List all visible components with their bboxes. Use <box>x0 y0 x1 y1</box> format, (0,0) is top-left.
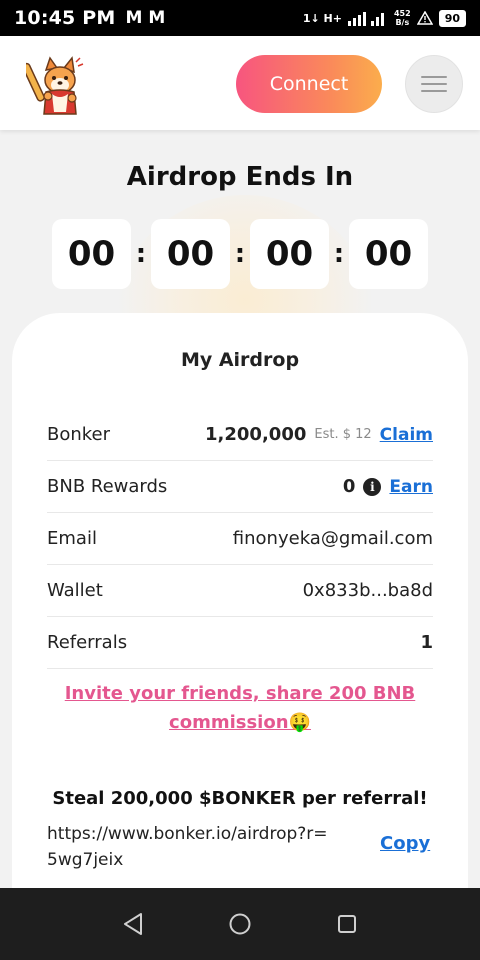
countdown-days: 00 <box>52 219 131 289</box>
airdrop-details-list: Bonker 1,200,000 Est. $ 12 Claim BNB Rew… <box>47 409 433 669</box>
row-bnb-rewards: BNB Rewards 0 i Earn <box>47 461 433 513</box>
referral-reward-heading: Steal 200,000 $BONKER per referral! <box>52 788 428 809</box>
menu-line <box>421 90 447 92</box>
status-time: 10:45 PM <box>14 7 116 29</box>
recents-square-icon[interactable] <box>336 913 358 935</box>
bonker-amount: 1,200,000 <box>205 424 307 445</box>
email-value: finonyeka@gmail.com <box>232 528 433 549</box>
back-triangle-icon[interactable] <box>122 912 144 936</box>
status-bar: 10:45 PM M M 1↓ H+ 452 B/s 90 <box>0 0 480 36</box>
my-airdrop-card: My Airdrop Bonker 1,200,000 Est. $ 12 Cl… <box>12 313 468 893</box>
countdown-hours: 00 <box>151 219 230 289</box>
countdown-title: Airdrop Ends In <box>126 162 354 192</box>
countdown-separator: : <box>333 239 345 269</box>
signal-icon <box>347 12 384 26</box>
row-bonker: Bonker 1,200,000 Est. $ 12 Claim <box>47 409 433 461</box>
menu-line <box>421 76 447 78</box>
menu-line <box>421 83 447 85</box>
wallet-value: 0x833b...ba8d <box>302 580 433 601</box>
row-label: Wallet <box>47 580 103 601</box>
referral-link-text: https://www.bonker.io/airdrop?r=5wg7jeix <box>47 824 328 870</box>
row-wallet: Wallet 0x833b...ba8d <box>47 565 433 617</box>
app-header: Connect <box>0 36 480 130</box>
claim-link[interactable]: Claim <box>380 425 433 445</box>
referrals-count: 1 <box>420 632 433 653</box>
copy-link-button[interactable]: Copy <box>380 833 430 854</box>
countdown-separator: : <box>135 239 147 269</box>
countdown-separator: : <box>234 239 246 269</box>
invite-friends-link[interactable]: Invite your friends, share 200 BNB commi… <box>52 679 428 737</box>
warning-icon <box>416 11 433 25</box>
bonker-estimate: Est. $ 12 <box>314 427 372 442</box>
mail-notification-icons: M M <box>125 8 166 28</box>
battery-indicator: 90 <box>438 9 466 27</box>
hamburger-menu-icon[interactable] <box>405 55 463 113</box>
connect-button[interactable]: Connect <box>236 55 382 113</box>
countdown-minutes: 00 <box>250 219 329 289</box>
row-label: Bonker <box>47 424 111 445</box>
network-indicator: 1↓ H+ <box>302 11 342 25</box>
row-label: BNB Rewards <box>47 476 168 497</box>
net-speed: 452 B/s <box>393 9 411 27</box>
row-email: Email finonyeka@gmail.com <box>47 513 433 565</box>
bnb-rewards-amount: 0 <box>342 476 356 497</box>
status-indicators: 1↓ H+ 452 B/s 90 <box>303 9 466 27</box>
earn-link[interactable]: Earn <box>389 477 433 497</box>
card-title: My Airdrop <box>180 349 300 371</box>
system-nav-bar <box>0 888 480 960</box>
shiba-dog-with-bat-icon[interactable] <box>26 56 84 116</box>
countdown-seconds: 00 <box>349 219 428 289</box>
row-referrals: Referrals 1 <box>47 617 433 669</box>
info-icon[interactable]: i <box>363 477 382 496</box>
row-label: Email <box>47 528 97 549</box>
countdown-timer: 00 : 00 : 00 : 00 <box>52 219 428 289</box>
home-circle-icon[interactable] <box>228 912 252 936</box>
row-label: Referrals <box>47 632 128 653</box>
